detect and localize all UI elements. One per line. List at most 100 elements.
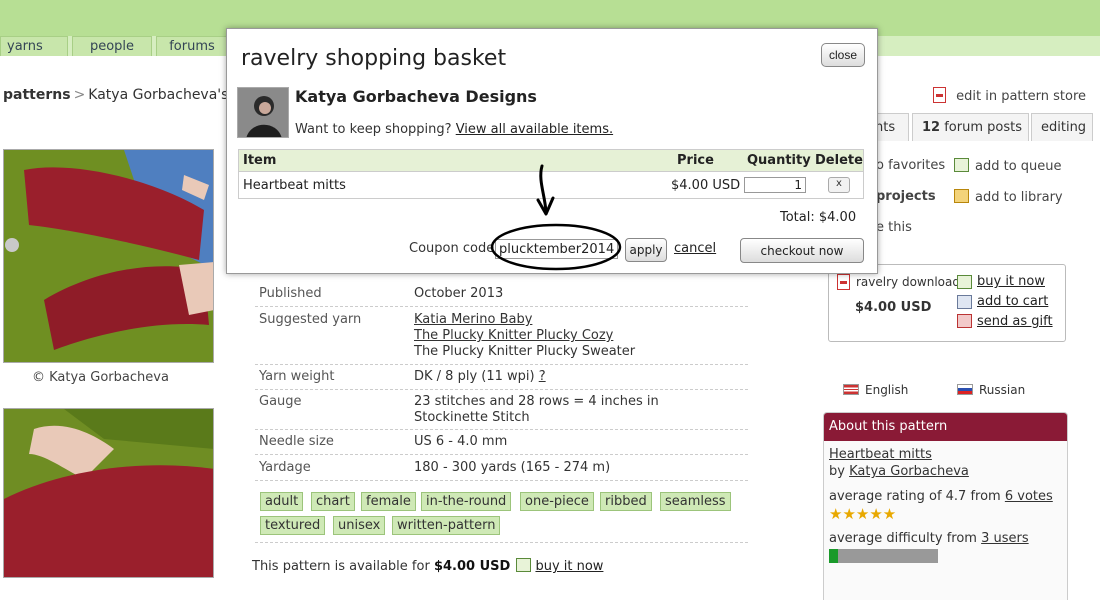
yarn-link[interactable]: The Plucky Knitter Plucky Cozy	[414, 328, 635, 344]
detail-value: DK / 8 ply (11 wpi)	[414, 369, 535, 384]
buybox-price: $4.00 USD	[855, 300, 932, 315]
language-russian[interactable]: Russian	[957, 383, 1025, 397]
header-price: Price	[677, 153, 714, 168]
view-all-items-link[interactable]: View all available items.	[456, 122, 613, 137]
shopping-basket-modal: ravelry shopping basket close Katya Gorb…	[226, 28, 878, 274]
tag-seamless[interactable]: seamless	[660, 492, 731, 511]
language-label: Russian	[979, 383, 1026, 397]
breadcrumb-patterns[interactable]: patterns	[3, 87, 71, 103]
ravelry-downloads-label: ravelry downloads	[856, 275, 967, 289]
delete-item-button[interactable]: x	[828, 177, 850, 193]
cancel-link[interactable]: cancel	[674, 241, 716, 256]
nav-tab-forums[interactable]: forums	[156, 36, 228, 56]
avatar-illustration	[238, 88, 288, 137]
tab-editing[interactable]: editing	[1031, 113, 1093, 141]
availability-buy-link[interactable]: buy it now	[535, 559, 603, 574]
pattern-photo-2[interactable]	[3, 408, 214, 578]
add-to-queue-link[interactable]: add to queue	[954, 158, 1062, 174]
link-label: add to library	[975, 190, 1063, 205]
breadcrumb-separator: >	[73, 87, 86, 103]
about-header: About this pattern	[824, 413, 1067, 441]
nav-tab-yarns[interactable]: yarns	[0, 36, 68, 56]
link-label: o favorites	[876, 158, 946, 173]
language-label: English	[865, 383, 909, 397]
yarn-link[interactable]: Katia Merino Baby	[414, 312, 635, 328]
add-to-cart-link[interactable]: add to cart	[977, 294, 1048, 309]
difficulty-fill	[829, 549, 838, 563]
quantity-input[interactable]	[744, 177, 806, 193]
tag-female[interactable]: female	[361, 492, 416, 511]
share-this-link[interactable]: e this	[876, 220, 912, 235]
keep-shopping-text: Want to keep shopping? View all availabl…	[295, 122, 613, 137]
header-delete: Delete	[815, 153, 863, 168]
forum-count: 12	[922, 120, 941, 135]
language-english[interactable]: English	[843, 383, 908, 397]
breadcrumb: patterns > Katya Gorbacheva's	[3, 87, 228, 103]
difficulty-bar	[829, 549, 938, 563]
detail-value: October 2013	[414, 286, 504, 301]
tag-one-piece[interactable]: one-piece	[520, 492, 594, 511]
detail-value: US 6 - 4.0 mm	[414, 434, 508, 449]
author-link[interactable]: Katya Gorbacheva	[849, 464, 969, 479]
link-label: e this	[876, 220, 912, 235]
designer-name: Katya Gorbacheva Designs	[295, 87, 537, 106]
detail-row-yarn-weight: Yarn weight DK / 8 ply (11 wpi) ?	[255, 365, 748, 390]
about-difficulty: average difficulty from 3 users	[829, 531, 1029, 546]
cart-total: Total: $4.00	[780, 210, 857, 225]
checkout-now-button[interactable]: checkout now	[740, 238, 864, 263]
mitts-photo-illustration	[4, 409, 213, 577]
yarn-text: The Plucky Knitter Plucky Sweater	[414, 344, 636, 359]
breadcrumb-current[interactable]: Katya Gorbacheva's	[88, 87, 228, 103]
detail-value: 23 stitches and 28 rows = 4 inches in	[414, 394, 659, 409]
tag-in-the-round[interactable]: in-the-round	[421, 492, 512, 511]
tab-label: editing	[1041, 120, 1087, 135]
tag-unisex[interactable]: unisex	[333, 516, 386, 535]
detail-key: Needle size	[259, 434, 334, 449]
money-icon	[516, 558, 532, 572]
yarn-weight-help-link[interactable]: ?	[539, 369, 546, 384]
detail-value: Stockinette Stitch	[414, 410, 530, 425]
add-to-favorites-link[interactable]: o favorites	[876, 158, 945, 173]
cart-item-name: Heartbeat mitts	[243, 178, 346, 193]
pattern-name-link[interactable]: Heartbeat mitts	[829, 447, 932, 462]
buy-box: ravelry downloads $4.00 USD buy it now a…	[828, 264, 1066, 342]
detail-key: Suggested yarn	[259, 312, 362, 327]
russia-flag-icon	[957, 384, 973, 395]
coupon-input[interactable]	[495, 239, 618, 259]
tag-textured[interactable]: textured	[260, 516, 326, 535]
send-as-gift-link[interactable]: send as gift	[977, 314, 1053, 329]
detail-row-published: Published October 2013	[255, 282, 748, 307]
users-link[interactable]: 3 users	[981, 531, 1029, 546]
add-to-library-link[interactable]: add to library	[954, 189, 1063, 205]
close-button[interactable]: close	[821, 43, 865, 67]
cart-header-row: Item Price Quantity Delete	[239, 150, 863, 172]
edit-link-label: edit in pattern store	[956, 89, 1086, 104]
projects-link[interactable]: projects	[876, 189, 936, 204]
link-label: add to queue	[975, 159, 1062, 174]
tag-adult[interactable]: adult	[260, 492, 304, 511]
detail-row-yardage: Yardage 180 - 300 yards (165 - 274 m)	[255, 455, 748, 481]
pattern-photo-1[interactable]	[3, 149, 214, 363]
cart-icon	[957, 295, 972, 309]
detail-key: Yardage	[259, 460, 311, 475]
queue-icon	[954, 158, 969, 172]
tab-forum-posts[interactable]: 12 forum posts	[912, 113, 1029, 141]
tag-written-pattern[interactable]: written-pattern	[392, 516, 501, 535]
detail-row-gauge: Gauge 23 stitches and 28 rows = 4 inches…	[255, 390, 748, 430]
nav-tab-people[interactable]: people	[72, 36, 152, 56]
coupon-label: Coupon code:	[409, 241, 499, 256]
nav-tab-label: people	[89, 39, 135, 54]
tab-label: forum posts	[944, 120, 1022, 135]
about-pattern-panel: About this pattern Heartbeat mitts by Ka…	[823, 412, 1068, 600]
apply-coupon-button[interactable]: apply	[625, 238, 667, 262]
tag-ribbed[interactable]: ribbed	[600, 492, 652, 511]
detail-key: Published	[259, 286, 322, 301]
keep-prefix: Want to keep shopping?	[295, 122, 452, 137]
cart-table: Item Price Quantity Delete Heartbeat mit…	[238, 149, 864, 199]
tag-chart[interactable]: chart	[311, 492, 355, 511]
votes-link[interactable]: 6 votes	[1005, 489, 1053, 504]
header-quantity: Quantity	[747, 153, 811, 168]
buy-it-now-link[interactable]: buy it now	[977, 274, 1045, 289]
by-label: by	[829, 464, 845, 479]
edit-in-pattern-store-link[interactable]: edit in pattern store	[933, 87, 1086, 104]
